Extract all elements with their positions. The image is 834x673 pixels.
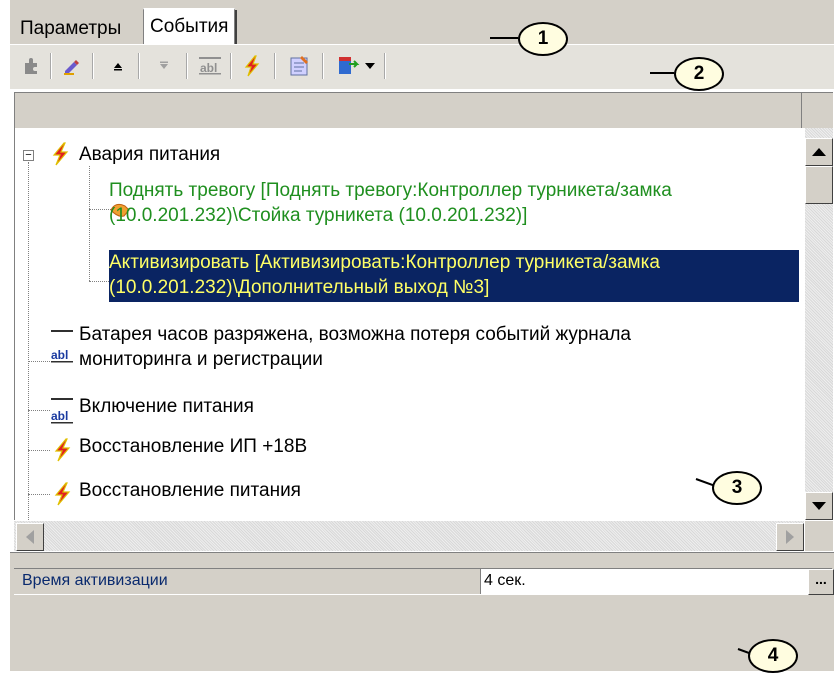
grid-header (14, 92, 833, 129)
tree-node-power-failure[interactable]: Авария питания (79, 142, 220, 167)
callout-1: 1 (518, 22, 568, 56)
tab-parameters[interactable]: Параметры (14, 14, 127, 44)
scroll-down-button[interactable] (805, 492, 833, 520)
tree-line (89, 281, 111, 282)
lightning-icon (51, 482, 73, 506)
dropdown-arrow-icon[interactable] (360, 52, 380, 80)
tree-node-psu-restored[interactable]: Восстановление ИП +18В (79, 434, 307, 459)
toolbar-separator (384, 53, 386, 79)
tab-events[interactable]: События (143, 8, 238, 46)
node-line: Поднять тревогу [Поднять тревогу:Контрол… (109, 180, 672, 201)
toolbar-separator (322, 53, 324, 79)
export-icon[interactable] (334, 52, 362, 80)
scroll-up-button[interactable] (805, 138, 833, 166)
callout-3: 3 (712, 471, 762, 505)
scroll-corner (805, 521, 833, 551)
svg-text:abl: abl (200, 61, 217, 75)
callout-leader (650, 72, 674, 74)
checklist-icon[interactable] (286, 52, 314, 80)
tree-line (28, 494, 50, 495)
left-margin (0, 0, 10, 671)
toolbar-separator (274, 53, 276, 79)
puzzle-icon[interactable] (18, 52, 46, 80)
node-line: (10.0.201.232)\Стойка турникета (10.0.20… (109, 205, 528, 226)
callout-leader (490, 37, 518, 39)
node-line: (10.0.201.232)\Дополнительный выход №3] (109, 277, 490, 298)
callout-4: 4 (748, 639, 798, 673)
move-up-icon[interactable] (104, 52, 132, 80)
event-tree[interactable]: − Авария питания Поднять тревогу [Поднят… (14, 128, 805, 520)
node-line: Активизировать [Активизировать:Контролле… (109, 252, 660, 273)
tree-line (28, 162, 29, 520)
tree-node-raise-alarm[interactable]: Поднять тревогу [Поднять тревогу:Контрол… (109, 178, 672, 228)
tree-node-battery-low[interactable]: Батарея часов разряжена, возможна потеря… (79, 322, 631, 372)
text-field-icon: abl (51, 330, 73, 366)
toolbar-separator (186, 53, 188, 79)
svg-text:abl: abl (51, 409, 68, 423)
tree-line (28, 450, 50, 451)
collapse-toggle[interactable]: − (23, 150, 34, 161)
tree-node-activate[interactable]: Активизировать [Активизировать:Контролле… (109, 250, 799, 302)
horizontal-scrollbar[interactable] (14, 521, 804, 551)
move-down-icon[interactable] (150, 52, 178, 80)
edit-pen-icon[interactable] (58, 52, 86, 80)
scroll-thumb[interactable] (805, 166, 833, 204)
tree-line (28, 410, 50, 411)
toolbar-separator (230, 53, 232, 79)
tree-node-power-on[interactable]: Включение питания (79, 394, 254, 419)
node-line: Батарея часов разряжена, возможна потеря… (79, 324, 632, 345)
property-divider (480, 569, 481, 594)
tree-line (89, 166, 90, 281)
ellipsis-button[interactable]: ... (808, 569, 834, 595)
text-field-icon: abl (51, 396, 73, 426)
node-line: мониторинга и регистрации (79, 349, 323, 370)
scroll-right-button[interactable] (776, 523, 804, 551)
text-field-icon[interactable]: abl (196, 52, 224, 80)
tree-line (28, 361, 50, 362)
tree-node-power-restored[interactable]: Восстановление питания (79, 478, 301, 503)
toolbar-separator (50, 53, 52, 79)
toolbar-separator (92, 53, 94, 79)
lightning-icon[interactable] (238, 52, 266, 80)
tab-strip (10, 0, 834, 44)
callout-2: 2 (674, 57, 724, 91)
lightning-icon (49, 142, 71, 166)
toolbar-separator (138, 53, 140, 79)
svg-text:abl: abl (51, 348, 68, 362)
property-name: Время активизации (22, 572, 168, 589)
window: Параметры События abl − Авария питания П… (0, 0, 834, 673)
property-value[interactable]: 4 сек. (484, 570, 526, 592)
scroll-left-button[interactable] (16, 523, 44, 551)
lightning-icon (51, 438, 73, 462)
tree-line (89, 209, 111, 210)
